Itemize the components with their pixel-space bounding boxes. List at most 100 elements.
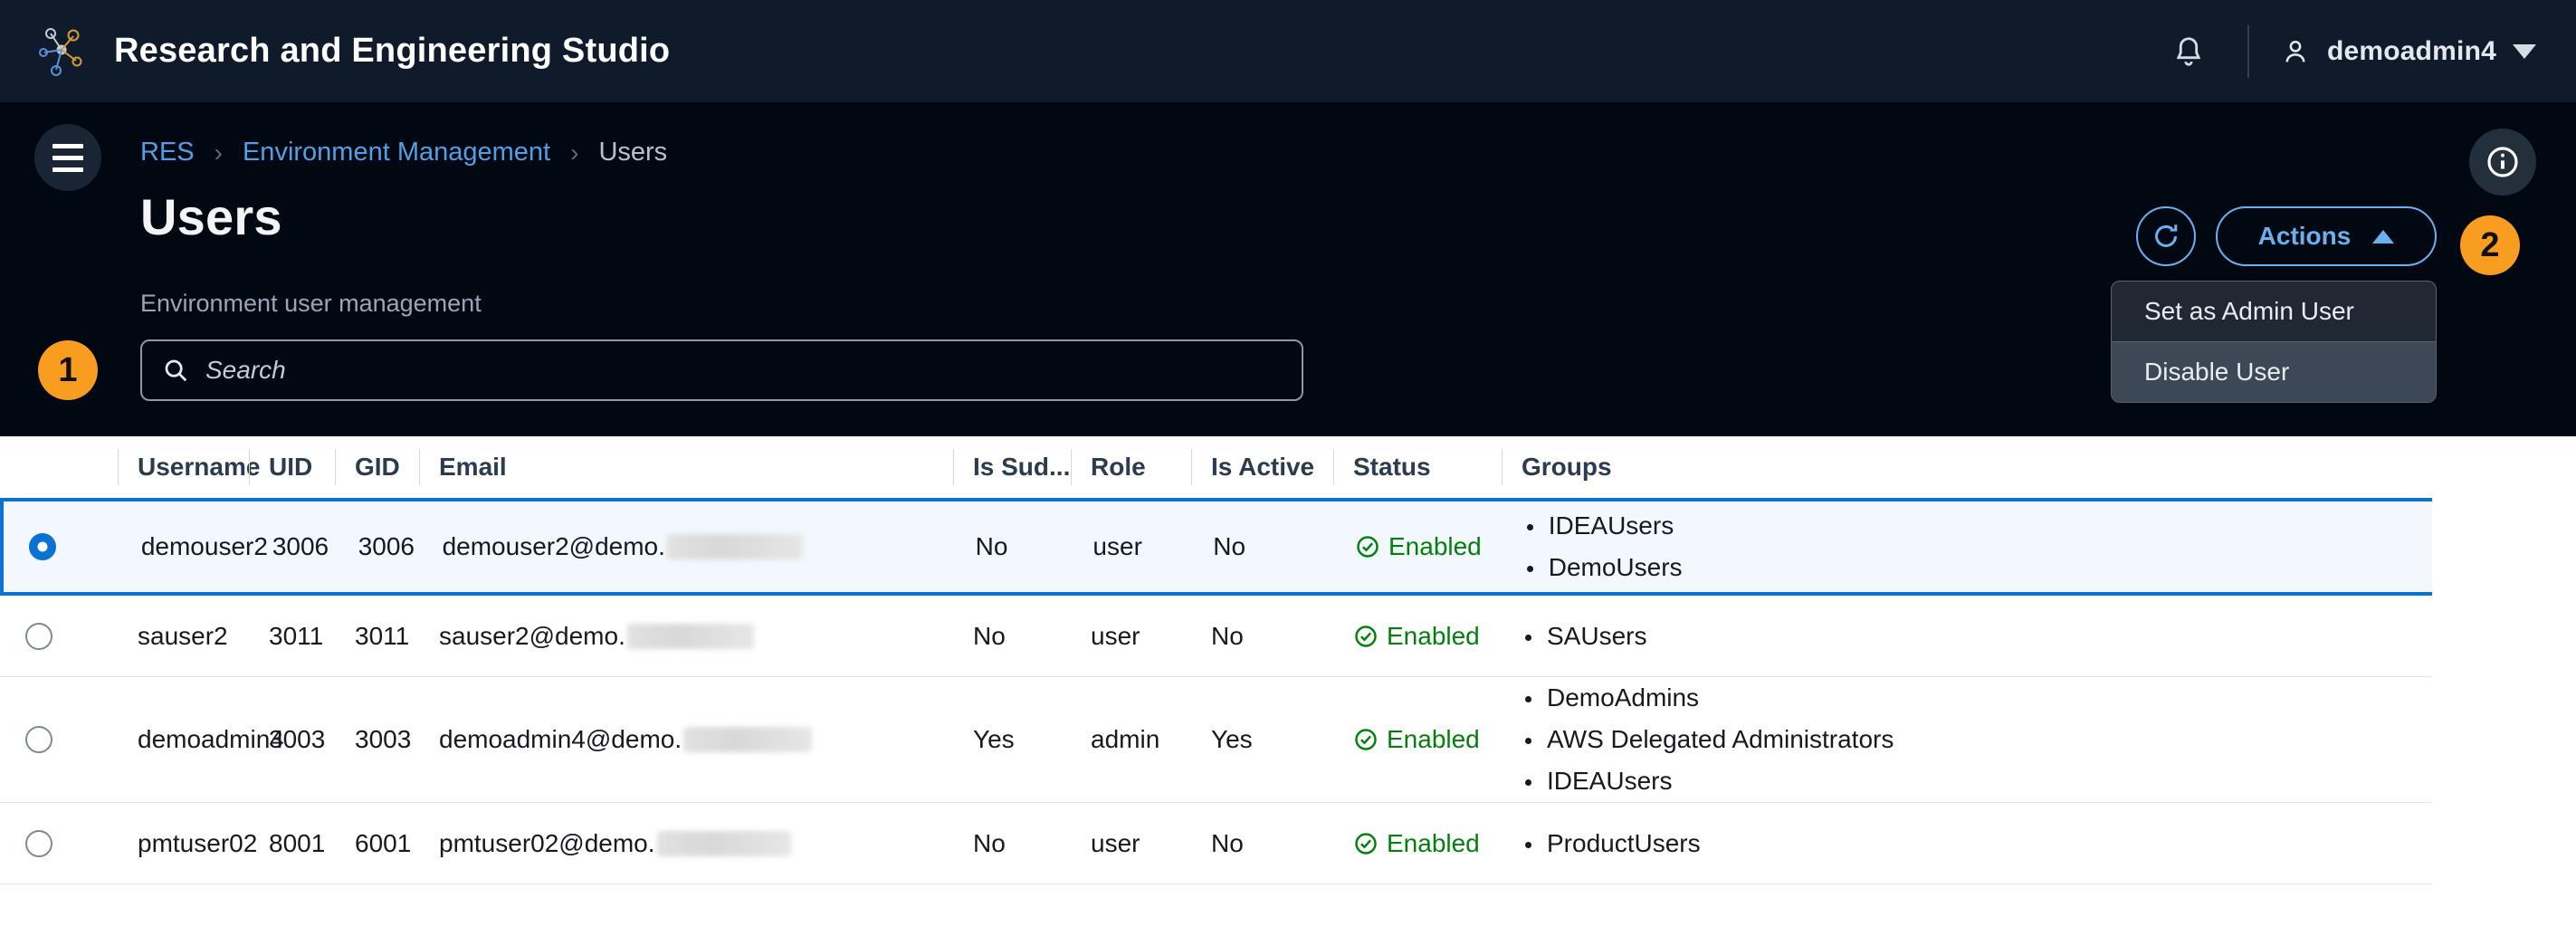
info-button[interactable] xyxy=(2469,129,2536,196)
res-network-logo-icon xyxy=(33,23,91,81)
cell-username: sauser2 xyxy=(118,622,249,651)
row-select-cell[interactable] xyxy=(0,726,118,753)
row-select-cell[interactable] xyxy=(0,830,118,857)
menu-item-disable-user[interactable]: Disable User xyxy=(2112,342,2436,402)
notifications-button[interactable] xyxy=(2161,24,2217,80)
breadcrumb-separator-icon: › xyxy=(215,138,223,167)
column-header-email[interactable]: Email xyxy=(419,447,953,487)
cell-status: Enabled xyxy=(1333,622,1502,651)
cell-role: user xyxy=(1073,532,1193,561)
row-radio-button[interactable] xyxy=(29,533,56,560)
table-row[interactable]: sauser230113011sauser2@demo.NouserNoEnab… xyxy=(0,596,2432,677)
table-row[interactable]: demouser230063006demouser2@demo.NouserNo… xyxy=(0,498,2432,596)
status-badge: Enabled xyxy=(1353,622,1480,651)
bell-icon xyxy=(2171,34,2206,69)
hamburger-menu-icon[interactable] xyxy=(34,124,101,191)
column-header-uid[interactable]: UID xyxy=(249,447,335,487)
column-header-status[interactable]: Status xyxy=(1333,447,1502,487)
column-header-is-sudo[interactable]: Is Sud... xyxy=(953,447,1071,487)
row-radio-button[interactable] xyxy=(25,726,52,753)
status-badge: Enabled xyxy=(1353,829,1480,858)
cell-is-sudo: Yes xyxy=(953,725,1071,754)
brand[interactable]: Research and Engineering Studio xyxy=(0,23,670,81)
cell-is-sudo: No xyxy=(956,532,1073,561)
breadcrumb-item-users: Users xyxy=(598,138,667,167)
cell-is-active: No xyxy=(1191,622,1333,651)
redacted-domain xyxy=(683,727,812,752)
column-header-is-active[interactable]: Is Active xyxy=(1191,447,1333,487)
column-header-gid[interactable]: GID xyxy=(335,447,419,487)
status-badge: Enabled xyxy=(1353,725,1480,754)
column-header-role[interactable]: Role xyxy=(1071,447,1191,487)
row-radio-button[interactable] xyxy=(25,830,52,857)
breadcrumb: RES › Environment Management › Users xyxy=(140,138,667,167)
cell-is-active: Yes xyxy=(1191,725,1333,754)
info-circle-icon xyxy=(2485,144,2521,180)
cell-email: pmtuser02@demo. xyxy=(419,829,953,858)
group-item: SAUsers xyxy=(1522,616,1646,657)
cell-is-sudo: No xyxy=(953,829,1071,858)
users-table: Username UID GID Email Is Sud... Role Is… xyxy=(0,436,2576,936)
cell-email: demoadmin4@demo. xyxy=(419,725,953,754)
header-actions: demoadmin4 xyxy=(2161,24,2576,80)
actions-button[interactable]: Actions xyxy=(2216,206,2437,266)
refresh-button[interactable] xyxy=(2136,206,2196,266)
breadcrumb-item-res[interactable]: RES xyxy=(140,138,195,167)
redacted-domain xyxy=(657,831,791,856)
annotation-badge-2: 2 xyxy=(2460,215,2520,275)
menu-item-set-as-admin-user[interactable]: Set as Admin User xyxy=(2112,282,2436,341)
check-circle-icon xyxy=(1355,534,1380,559)
cell-email: demouser2@demo. xyxy=(423,532,956,561)
breadcrumb-item-environment-management[interactable]: Environment Management xyxy=(243,138,550,167)
groups-list: DemoAdminsAWS Delegated AdministratorsID… xyxy=(1522,677,1894,802)
table-row[interactable]: pmtuser0280016001pmtuser02@demo.NouserNo… xyxy=(0,803,2432,884)
cell-gid: 6001 xyxy=(335,829,419,858)
cell-uid: 3006 xyxy=(253,532,339,561)
cell-uid: 3003 xyxy=(249,725,335,754)
table-header-row: Username UID GID Email Is Sud... Role Is… xyxy=(0,436,2432,498)
status-badge: Enabled xyxy=(1355,532,1482,561)
menu-item-label: Set as Admin User xyxy=(2144,297,2354,326)
cell-username: demoadmin4 xyxy=(118,725,249,754)
user-name: demoadmin4 xyxy=(2327,36,2496,67)
cell-username: demouser2 xyxy=(121,532,253,561)
page-subtitle: Environment user management xyxy=(140,290,482,318)
column-header-username[interactable]: Username xyxy=(118,447,249,487)
cell-groups: DemoAdminsAWS Delegated AdministratorsID… xyxy=(1502,677,2432,802)
redacted-domain xyxy=(667,534,803,559)
cell-status: Enabled xyxy=(1335,532,1503,561)
search-input[interactable] xyxy=(205,356,1282,385)
refresh-icon xyxy=(2150,220,2182,253)
cell-status: Enabled xyxy=(1333,725,1502,754)
app-title: Research and Engineering Studio xyxy=(114,32,670,71)
column-header-groups[interactable]: Groups xyxy=(1502,447,2432,487)
row-select-cell[interactable] xyxy=(4,533,121,560)
group-item: ProductUsers xyxy=(1522,823,1701,864)
table-row[interactable]: demoadmin430033003demoadmin4@demo.Yesadm… xyxy=(0,677,2432,803)
row-select-cell[interactable] xyxy=(0,623,118,650)
group-item: DemoUsers xyxy=(1523,547,1683,588)
cell-status: Enabled xyxy=(1333,829,1502,858)
app-header: Research and Engineering Studio demoadmi… xyxy=(0,0,2576,102)
cell-groups: SAUsers xyxy=(1502,616,2432,657)
group-item: IDEAUsers xyxy=(1523,505,1683,547)
cell-is-sudo: No xyxy=(953,622,1071,651)
groups-list: IDEAUsersDemoUsers xyxy=(1523,505,1683,588)
breadcrumb-separator-icon: › xyxy=(570,138,578,167)
group-item: DemoAdmins xyxy=(1522,677,1894,719)
row-radio-button[interactable] xyxy=(25,623,52,650)
search-icon xyxy=(162,357,189,384)
header-divider xyxy=(2247,25,2249,78)
cell-is-active: No xyxy=(1193,532,1335,561)
cell-groups: IDEAUsersDemoUsers xyxy=(1503,505,2432,588)
search-box[interactable] xyxy=(140,339,1303,401)
cell-role: user xyxy=(1071,829,1191,858)
user-menu[interactable]: demoadmin4 xyxy=(2280,36,2536,67)
user-avatar-icon xyxy=(2280,36,2311,67)
page-title: Users xyxy=(140,187,282,246)
menu-item-label: Disable User xyxy=(2144,358,2289,387)
cell-username: pmtuser02 xyxy=(118,829,249,858)
cell-groups: ProductUsers xyxy=(1502,823,2432,864)
cell-gid: 3011 xyxy=(335,622,419,651)
cell-email: sauser2@demo. xyxy=(419,622,953,651)
